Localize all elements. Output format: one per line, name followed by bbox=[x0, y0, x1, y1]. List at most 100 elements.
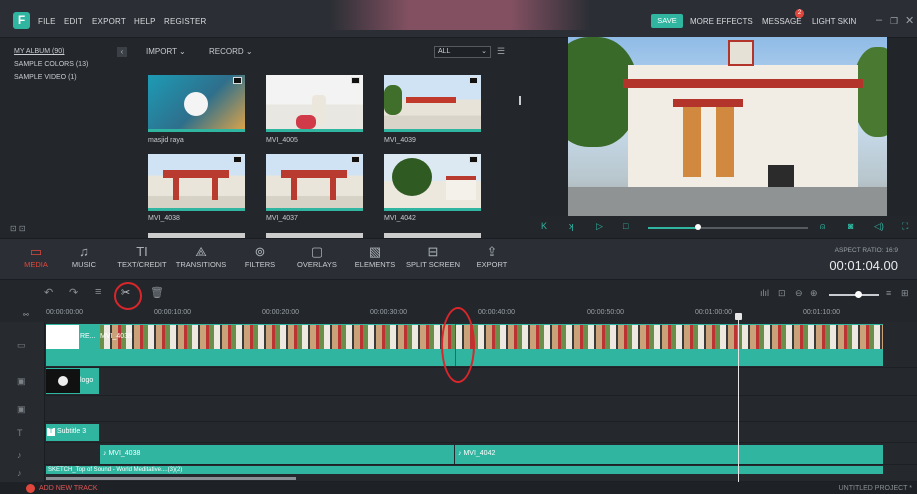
menu-help[interactable]: HELP bbox=[134, 17, 156, 26]
media-scrollbar[interactable] bbox=[519, 96, 521, 105]
tool-text-credit[interactable]: TI TEXT/CREDIT bbox=[114, 243, 170, 269]
message-button[interactable]: MESSAGE bbox=[762, 17, 802, 26]
thumb-building bbox=[446, 176, 476, 200]
tool-export[interactable]: ⇪ EXPORT bbox=[472, 243, 512, 269]
minimize-icon[interactable]: – bbox=[876, 14, 882, 26]
grid-icon[interactable]: ⊞ bbox=[901, 288, 909, 299]
stop-icon[interactable]: □ bbox=[623, 221, 628, 231]
tool-split-screen[interactable]: ⊟ SPLIT SCREEN bbox=[404, 243, 462, 269]
tool-text-label: TEXT/CREDIT bbox=[117, 260, 167, 269]
annotation-circle-cut bbox=[441, 307, 475, 383]
media-thumb-1[interactable] bbox=[148, 75, 245, 132]
video-icon bbox=[351, 77, 360, 84]
adjust-icon[interactable]: ≡ bbox=[95, 286, 101, 298]
media-thumb-3[interactable] bbox=[384, 75, 481, 132]
ruler-tick: 00:00:10:00 bbox=[154, 309, 191, 316]
close-icon[interactable]: ✕ bbox=[905, 14, 914, 27]
link-icon[interactable]: ⚯ bbox=[23, 311, 29, 319]
menu-export[interactable]: EXPORT bbox=[92, 17, 126, 26]
pip-clip-thumb bbox=[46, 369, 80, 393]
preview-tree-right bbox=[853, 47, 887, 137]
add-new-track-button[interactable]: ADD NEW TRACK bbox=[39, 485, 98, 492]
mic-icon[interactable]: ⍝ bbox=[820, 221, 825, 232]
import-label: IMPORT bbox=[146, 47, 177, 56]
skip-icon[interactable]: ʞ bbox=[569, 221, 574, 231]
thumb-gate-post bbox=[173, 178, 179, 200]
restore-icon[interactable]: ❐ bbox=[890, 16, 898, 27]
zoom-slider-handle[interactable] bbox=[855, 291, 862, 298]
light-skin-button[interactable]: LIGHT SKIN bbox=[812, 17, 856, 26]
preview-progress-handle[interactable] bbox=[695, 224, 701, 230]
fit-timeline-icon[interactable]: ⊡ bbox=[778, 288, 786, 299]
video-clip-label: RE... bbox=[80, 333, 96, 340]
fullscreen-icon[interactable]: ⛶ bbox=[902, 221, 908, 232]
media-name-6: MVI_4042 bbox=[384, 215, 416, 222]
playhead-handle[interactable] bbox=[735, 313, 742, 320]
media-thumb-4[interactable] bbox=[148, 154, 245, 211]
tool-transitions-label: TRANSITIONS bbox=[175, 260, 227, 269]
ruler-tick: 00:01:00:00 bbox=[695, 309, 732, 316]
pip-track-icon: ▣ bbox=[17, 376, 26, 386]
timeline-hscrollbar[interactable] bbox=[46, 477, 296, 480]
aspect-ratio-label: ASPECT RATIO: 16:9 bbox=[834, 247, 898, 254]
filters-icon: ⊚ bbox=[254, 244, 266, 259]
zoom-out-icon[interactable]: ⊖ bbox=[795, 288, 803, 299]
elements-icon: ▧ bbox=[368, 244, 382, 259]
record-dropdown[interactable]: RECORD ⌄ bbox=[209, 47, 253, 56]
media-thumb-6[interactable] bbox=[384, 154, 481, 211]
tool-media[interactable]: ▭ MEDIA bbox=[16, 243, 56, 269]
menu-register[interactable]: REGISTER bbox=[164, 17, 207, 26]
tool-filters[interactable]: ⊚ FILTERS bbox=[240, 243, 280, 269]
tool-overlays[interactable]: ▢ OVERLAYS bbox=[294, 243, 340, 269]
menu-file[interactable]: FILE bbox=[38, 17, 56, 26]
preview-roof bbox=[623, 79, 863, 88]
menu-lines-icon[interactable]: ≡ bbox=[886, 288, 891, 298]
tool-elements[interactable]: ▧ ELEMENTS bbox=[352, 243, 398, 269]
menu-edit[interactable]: EDIT bbox=[64, 17, 83, 26]
playhead-line[interactable] bbox=[738, 314, 739, 482]
album-my-album[interactable]: MY ALBUM (90) bbox=[14, 48, 64, 55]
preview-ground bbox=[568, 187, 887, 216]
record-label: RECORD bbox=[209, 47, 244, 56]
thumb-gate-post bbox=[212, 178, 218, 200]
ruler-tick: 00:00:00:00 bbox=[46, 309, 83, 316]
preview-progress-fill bbox=[648, 227, 698, 229]
more-effects-button[interactable]: MORE EFFECTS bbox=[690, 17, 753, 26]
album-sample-colors[interactable]: SAMPLE COLORS (13) bbox=[14, 61, 88, 68]
audio-track-icon: ♪ bbox=[17, 450, 22, 460]
media-filter-select[interactable]: ALL ⌄ bbox=[434, 46, 491, 58]
media-thumb-2[interactable] bbox=[266, 75, 363, 132]
add-folder-icon[interactable]: ⊡ ⊡ bbox=[10, 224, 26, 233]
tool-overlays-label: OVERLAYS bbox=[297, 260, 337, 269]
import-dropdown[interactable]: IMPORT ⌄ bbox=[146, 47, 186, 56]
volume-icon[interactable]: ◁) bbox=[874, 221, 884, 232]
tool-transitions[interactable]: ⟁ TRANSITIONS bbox=[172, 243, 230, 269]
collapse-arrow-icon[interactable]: ‹ bbox=[117, 47, 127, 57]
add-track-plus-icon[interactable] bbox=[26, 484, 35, 493]
audio-clip-2[interactable] bbox=[455, 445, 883, 464]
zoom-slider-track[interactable] bbox=[829, 294, 879, 296]
snapshot-icon[interactable]: ◙ bbox=[848, 221, 853, 231]
chevron-down-icon: ⌄ bbox=[481, 48, 487, 55]
undo-icon[interactable]: ↶ bbox=[44, 286, 53, 299]
preview-player bbox=[568, 37, 887, 216]
tool-music-label: MUSIC bbox=[71, 260, 97, 269]
save-button[interactable]: SAVE bbox=[651, 14, 683, 28]
pip-track-icon: ▣ bbox=[17, 404, 26, 414]
video-track-icon: ▭ bbox=[17, 340, 26, 350]
transitions-icon: ⟁ bbox=[195, 244, 207, 259]
list-view-icon[interactable]: ☰ bbox=[497, 46, 505, 57]
redo-icon[interactable]: ↷ bbox=[69, 286, 78, 299]
media-thumb-5[interactable] bbox=[266, 154, 363, 211]
tool-music[interactable]: ♫ MUSIC bbox=[64, 243, 104, 269]
album-sample-video[interactable]: SAMPLE VIDEO (1) bbox=[14, 74, 77, 81]
project-name: UNTITLED PROJECT * bbox=[838, 485, 912, 492]
audio-clip-1[interactable] bbox=[100, 445, 454, 464]
delete-icon[interactable]: 🗑 bbox=[150, 286, 164, 299]
audio-wave-icon[interactable]: ılıl bbox=[760, 288, 769, 298]
prev-frame-icon[interactable]: K bbox=[541, 221, 547, 231]
play-icon[interactable]: ▷ bbox=[596, 221, 603, 232]
app-logo: F bbox=[13, 12, 30, 29]
zoom-in-icon[interactable]: ⊕ bbox=[810, 288, 818, 299]
audio-clip-2-name: MVI_4042 bbox=[463, 450, 496, 457]
